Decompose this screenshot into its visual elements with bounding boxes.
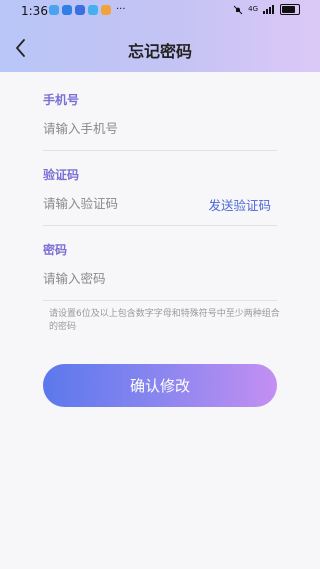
battery-icon: [280, 4, 300, 15]
video-icon: [101, 5, 111, 15]
confirm-button[interactable]: 确认修改: [43, 364, 277, 407]
qq-icon: [62, 5, 72, 15]
notification-icons: ···: [49, 5, 126, 15]
password-divider: [43, 300, 277, 301]
password-hint: 请设置6位及以上包含数字字母和特殊符号中至少两种组合的密码: [49, 309, 280, 332]
battery-level: [282, 6, 296, 13]
password-label: 密码: [43, 243, 68, 257]
browser-icon: [88, 5, 98, 15]
status-bar: 1:36 ··· 4G: [0, 0, 320, 22]
signal-icon: [263, 5, 274, 14]
mute-icon: [233, 5, 243, 14]
more-notifications-icon: ···: [116, 4, 126, 15]
code-divider: [43, 225, 277, 226]
phone-divider: [43, 150, 277, 151]
status-time: 1:36: [21, 4, 48, 18]
send-code-button[interactable]: 发送验证码: [208, 195, 271, 214]
page-title: 忘记密码: [127, 42, 192, 61]
phone-label: 手机号: [43, 93, 80, 107]
code-label: 验证码: [43, 168, 80, 182]
password-input[interactable]: [43, 268, 277, 288]
status-right: 4G: [233, 4, 300, 15]
phone-input[interactable]: [43, 118, 277, 138]
navigation-bar: 忘记密码: [0, 30, 320, 66]
network-type: 4G: [248, 5, 258, 13]
gallery-icon: [49, 5, 59, 15]
verification-code-input[interactable]: [43, 193, 193, 213]
chat-icon: [75, 5, 85, 15]
